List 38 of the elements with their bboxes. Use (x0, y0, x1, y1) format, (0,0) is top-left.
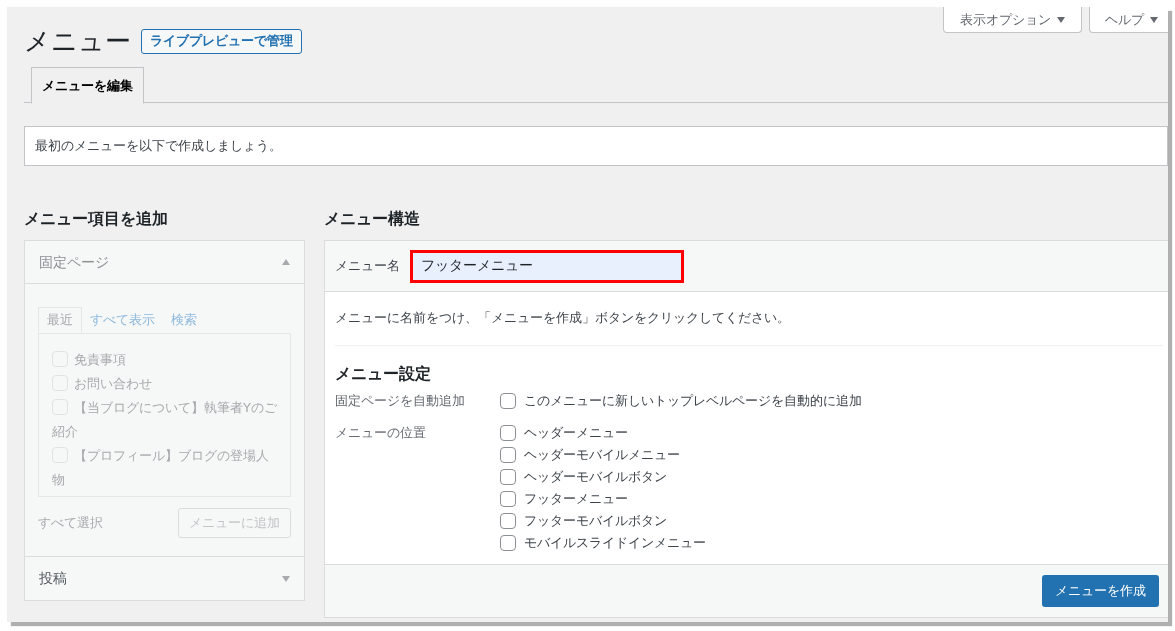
checkbox[interactable] (500, 534, 516, 551)
setting-label: 固定ページを自動追加 (335, 391, 466, 410)
option-label: モバイルスライドインメニュー (524, 533, 706, 552)
instruction-text: メニューに名前をつけ、「メニューを作成」ボタンをクリックしてください。 (335, 308, 1163, 346)
caret-icon (282, 575, 290, 582)
section-heading: メニュー項目を追加 (24, 208, 169, 230)
checkbox[interactable] (500, 446, 516, 463)
item-label: 【プロフィール】ブログの登場人物 (52, 448, 269, 487)
item-label: 【当ブログについて】執筆者Yのご紹介 (52, 400, 277, 439)
checkbox[interactable] (500, 424, 516, 441)
checkbox[interactable] (500, 392, 516, 409)
help-button[interactable]: ヘルプ (1089, 7, 1168, 33)
option-label: ヘッダーメニュー (524, 423, 628, 442)
screen-options-button[interactable]: 表示オプション (943, 7, 1082, 33)
checkbox[interactable] (500, 512, 516, 529)
item-label: 免責事項 (74, 352, 126, 367)
tab[interactable]: メニューを編集 (31, 67, 144, 104)
option-label: このメニューに新しいトップレベルページを自動的に追加 (524, 391, 862, 410)
caret-icon (1057, 16, 1065, 23)
caret-icon (1150, 16, 1158, 23)
option-label: フッターモバイルボタン (524, 511, 667, 530)
checkbox[interactable] (500, 468, 516, 485)
setting-label: メニューの位置 (335, 423, 427, 442)
option-label: フッターメニュー (524, 489, 628, 508)
notice-message: 最初のメニューを以下で作成しましょう。 (24, 126, 1168, 166)
page-title: メニュー (24, 25, 131, 58)
section-heading: メニュー構造 (324, 208, 421, 230)
accordion-header[interactable]: 投稿 (25, 557, 304, 600)
collapse-arrow-icon (282, 259, 290, 265)
live-preview-button[interactable]: ライブプレビューで管理 (141, 28, 302, 54)
option-label: ヘッダーモバイルボタン (524, 467, 667, 486)
checkbox[interactable] (500, 490, 516, 507)
field-label: メニュー名 (335, 257, 400, 276)
settings-heading: メニュー設定 (335, 362, 432, 385)
menu-name-field[interactable]: フッターメニュー (410, 249, 684, 283)
create-menu-button[interactable]: メニューを作成 (1042, 574, 1159, 607)
option-label: ヘッダーモバイルメニュー (524, 445, 680, 464)
item-label: お問い合わせ (74, 376, 152, 391)
